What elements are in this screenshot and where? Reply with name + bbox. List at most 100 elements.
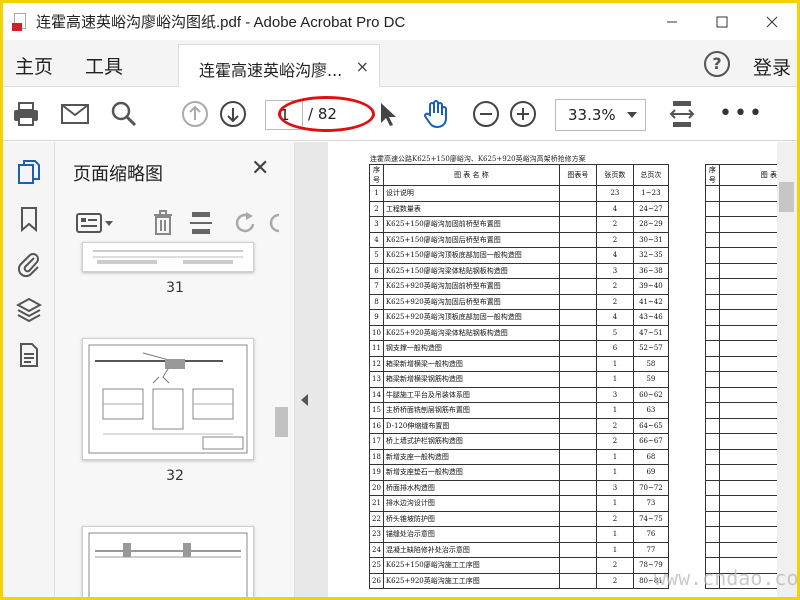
table-row bbox=[705, 340, 779, 357]
document-scrollbar[interactable] bbox=[777, 142, 797, 597]
document-tab[interactable]: 连霍高速英峪沟廖... × bbox=[178, 44, 380, 88]
menu-home[interactable]: 主页 bbox=[15, 52, 53, 79]
table-cell-code bbox=[558, 464, 597, 481]
thumbnail-page-32[interactable] bbox=[82, 338, 254, 460]
table-cell-name: 主桥桥面铣刨层钢筋布置图 bbox=[382, 402, 560, 419]
table-row: 7 K625+920英峪沟加固前桥型布置图 2 39~40 bbox=[369, 278, 669, 295]
table-row bbox=[705, 417, 779, 434]
search-icon[interactable] bbox=[109, 99, 139, 129]
table-cell-code bbox=[558, 448, 597, 465]
table-row bbox=[705, 433, 779, 450]
insert-page-icon[interactable] bbox=[186, 208, 216, 238]
close-window-button[interactable] bbox=[747, 3, 797, 40]
table-row bbox=[705, 324, 779, 341]
table-cell-empty bbox=[705, 340, 720, 357]
page-down-icon[interactable] bbox=[218, 99, 248, 129]
table-cell-no: 6 bbox=[369, 262, 384, 279]
table-cell-range: 74~75 bbox=[632, 510, 669, 527]
table-row bbox=[705, 526, 779, 543]
column-header: 图 表 bbox=[718, 164, 779, 186]
table-row bbox=[705, 185, 779, 202]
table-cell-empty bbox=[718, 309, 779, 326]
panel-scrollbar[interactable] bbox=[273, 252, 289, 597]
table-row: 15 主桥桥面铣刨层钢筋布置图 1 63 bbox=[369, 402, 669, 419]
login-button[interactable]: 登录 bbox=[753, 53, 791, 80]
thumbnails-icon[interactable] bbox=[15, 158, 43, 188]
page-content-icon[interactable] bbox=[15, 340, 43, 370]
table-cell-range: 24~27 bbox=[632, 200, 669, 217]
undo-rotate-icon[interactable] bbox=[231, 208, 261, 238]
table-cell-empty bbox=[718, 324, 779, 341]
thumbnail-page-33[interactable] bbox=[82, 526, 254, 597]
table-cell-code bbox=[558, 231, 597, 248]
table-cell-empty bbox=[705, 309, 720, 326]
table-cell-pages: 1 bbox=[595, 371, 634, 388]
panel-title: 页面缩略图 bbox=[73, 164, 163, 185]
table-cell-empty bbox=[705, 262, 720, 279]
collapse-panel-icon[interactable] bbox=[301, 394, 308, 406]
zoom-select[interactable]: 33.3% bbox=[555, 99, 646, 131]
table-cell-no: 12 bbox=[369, 355, 384, 372]
table-cell-no: 14 bbox=[369, 386, 384, 403]
table-cell-empty bbox=[718, 526, 779, 543]
bookmark-icon[interactable] bbox=[15, 204, 43, 234]
panel-scroll-thumb[interactable] bbox=[275, 407, 288, 437]
thumbnail-label-31: 31 bbox=[166, 280, 184, 296]
table-row bbox=[705, 278, 779, 295]
print-icon[interactable] bbox=[11, 99, 41, 129]
table-cell-range: 73 bbox=[632, 495, 669, 512]
help-icon[interactable]: ? bbox=[704, 51, 730, 77]
column-header: 张页数 bbox=[595, 164, 634, 186]
table-cell-code bbox=[558, 526, 597, 543]
table-cell-empty bbox=[705, 510, 720, 527]
zoom-in-icon[interactable] bbox=[508, 99, 538, 129]
close-panel-icon[interactable]: ✕ bbox=[251, 156, 269, 181]
thumbnail-page-31[interactable] bbox=[82, 242, 254, 272]
fit-page-icon[interactable] bbox=[667, 99, 697, 129]
table-cell-name: K625+150廖峪沟梁体粘贴钢板构造图 bbox=[382, 262, 560, 279]
select-cursor-icon[interactable] bbox=[373, 99, 403, 129]
table-cell-empty bbox=[718, 541, 779, 558]
attachment-icon[interactable] bbox=[15, 249, 43, 279]
table-cell-name: 混凝土缺陷修补处治示意图 bbox=[382, 541, 560, 558]
hand-tool-icon[interactable] bbox=[421, 99, 451, 129]
table-cell-code bbox=[558, 541, 597, 558]
table-cell-range: 77 bbox=[632, 541, 669, 558]
table-row bbox=[705, 541, 779, 558]
email-icon[interactable] bbox=[60, 99, 90, 129]
table-cell-name: 新增支座垫石一般构造图 bbox=[382, 464, 560, 481]
window-title: 连霍高速英峪沟廖峪沟图纸.pdf - Adobe Acrobat Pro DC bbox=[36, 14, 406, 31]
close-tab-icon[interactable]: × bbox=[356, 57, 369, 76]
zoom-out-icon[interactable] bbox=[471, 99, 501, 129]
redo-rotate-icon[interactable] bbox=[265, 208, 294, 238]
table-cell-name: K625+920英峪沟施工工序图 bbox=[382, 572, 560, 589]
table-row: 10 K625+920英峪沟梁体粘贴钢板构造图 5 47~51 bbox=[369, 324, 669, 341]
document-scroll-thumb[interactable] bbox=[779, 182, 794, 212]
table-cell-name: 钢支撑一般构造图 bbox=[382, 340, 560, 357]
table-cell-no: 7 bbox=[369, 278, 384, 295]
maximize-button[interactable] bbox=[697, 3, 747, 40]
table-cell-empty bbox=[718, 417, 779, 434]
table-cell-code bbox=[558, 417, 597, 434]
table-cell-code bbox=[558, 495, 597, 512]
table-row bbox=[705, 200, 779, 217]
table-cell-code bbox=[558, 324, 597, 341]
more-tools-icon[interactable]: ••• bbox=[719, 101, 764, 126]
table-row bbox=[705, 247, 779, 264]
table-row: 6 K625+150廖峪沟梁体粘贴钢板构造图 3 36~38 bbox=[369, 262, 669, 279]
table-cell-no: 2 bbox=[369, 200, 384, 217]
table-row: 16 D-120伸缩缝布置图 2 64~65 bbox=[369, 417, 669, 434]
table-cell-name: K625+920英峪沟加固前桥型布置图 bbox=[382, 278, 560, 295]
table-cell-pages: 3 bbox=[595, 479, 634, 496]
layers-icon[interactable] bbox=[15, 295, 43, 325]
table-cell-name: 箱梁新增横梁一般构造图 bbox=[382, 355, 560, 372]
table-cell-pages: 1 bbox=[595, 541, 634, 558]
delete-page-icon[interactable] bbox=[148, 208, 178, 238]
table-cell-no: 1 bbox=[369, 185, 384, 202]
table-row: 25 K625+150廖峪沟施工工序图 2 78~79 bbox=[369, 557, 669, 574]
minimize-button[interactable] bbox=[647, 3, 697, 40]
table-cell-name: 新增支座一般构造图 bbox=[382, 448, 560, 465]
menu-tools[interactable]: 工具 bbox=[85, 52, 123, 79]
page-up-icon[interactable] bbox=[180, 99, 210, 129]
thumbnail-options-icon[interactable] bbox=[75, 208, 115, 238]
